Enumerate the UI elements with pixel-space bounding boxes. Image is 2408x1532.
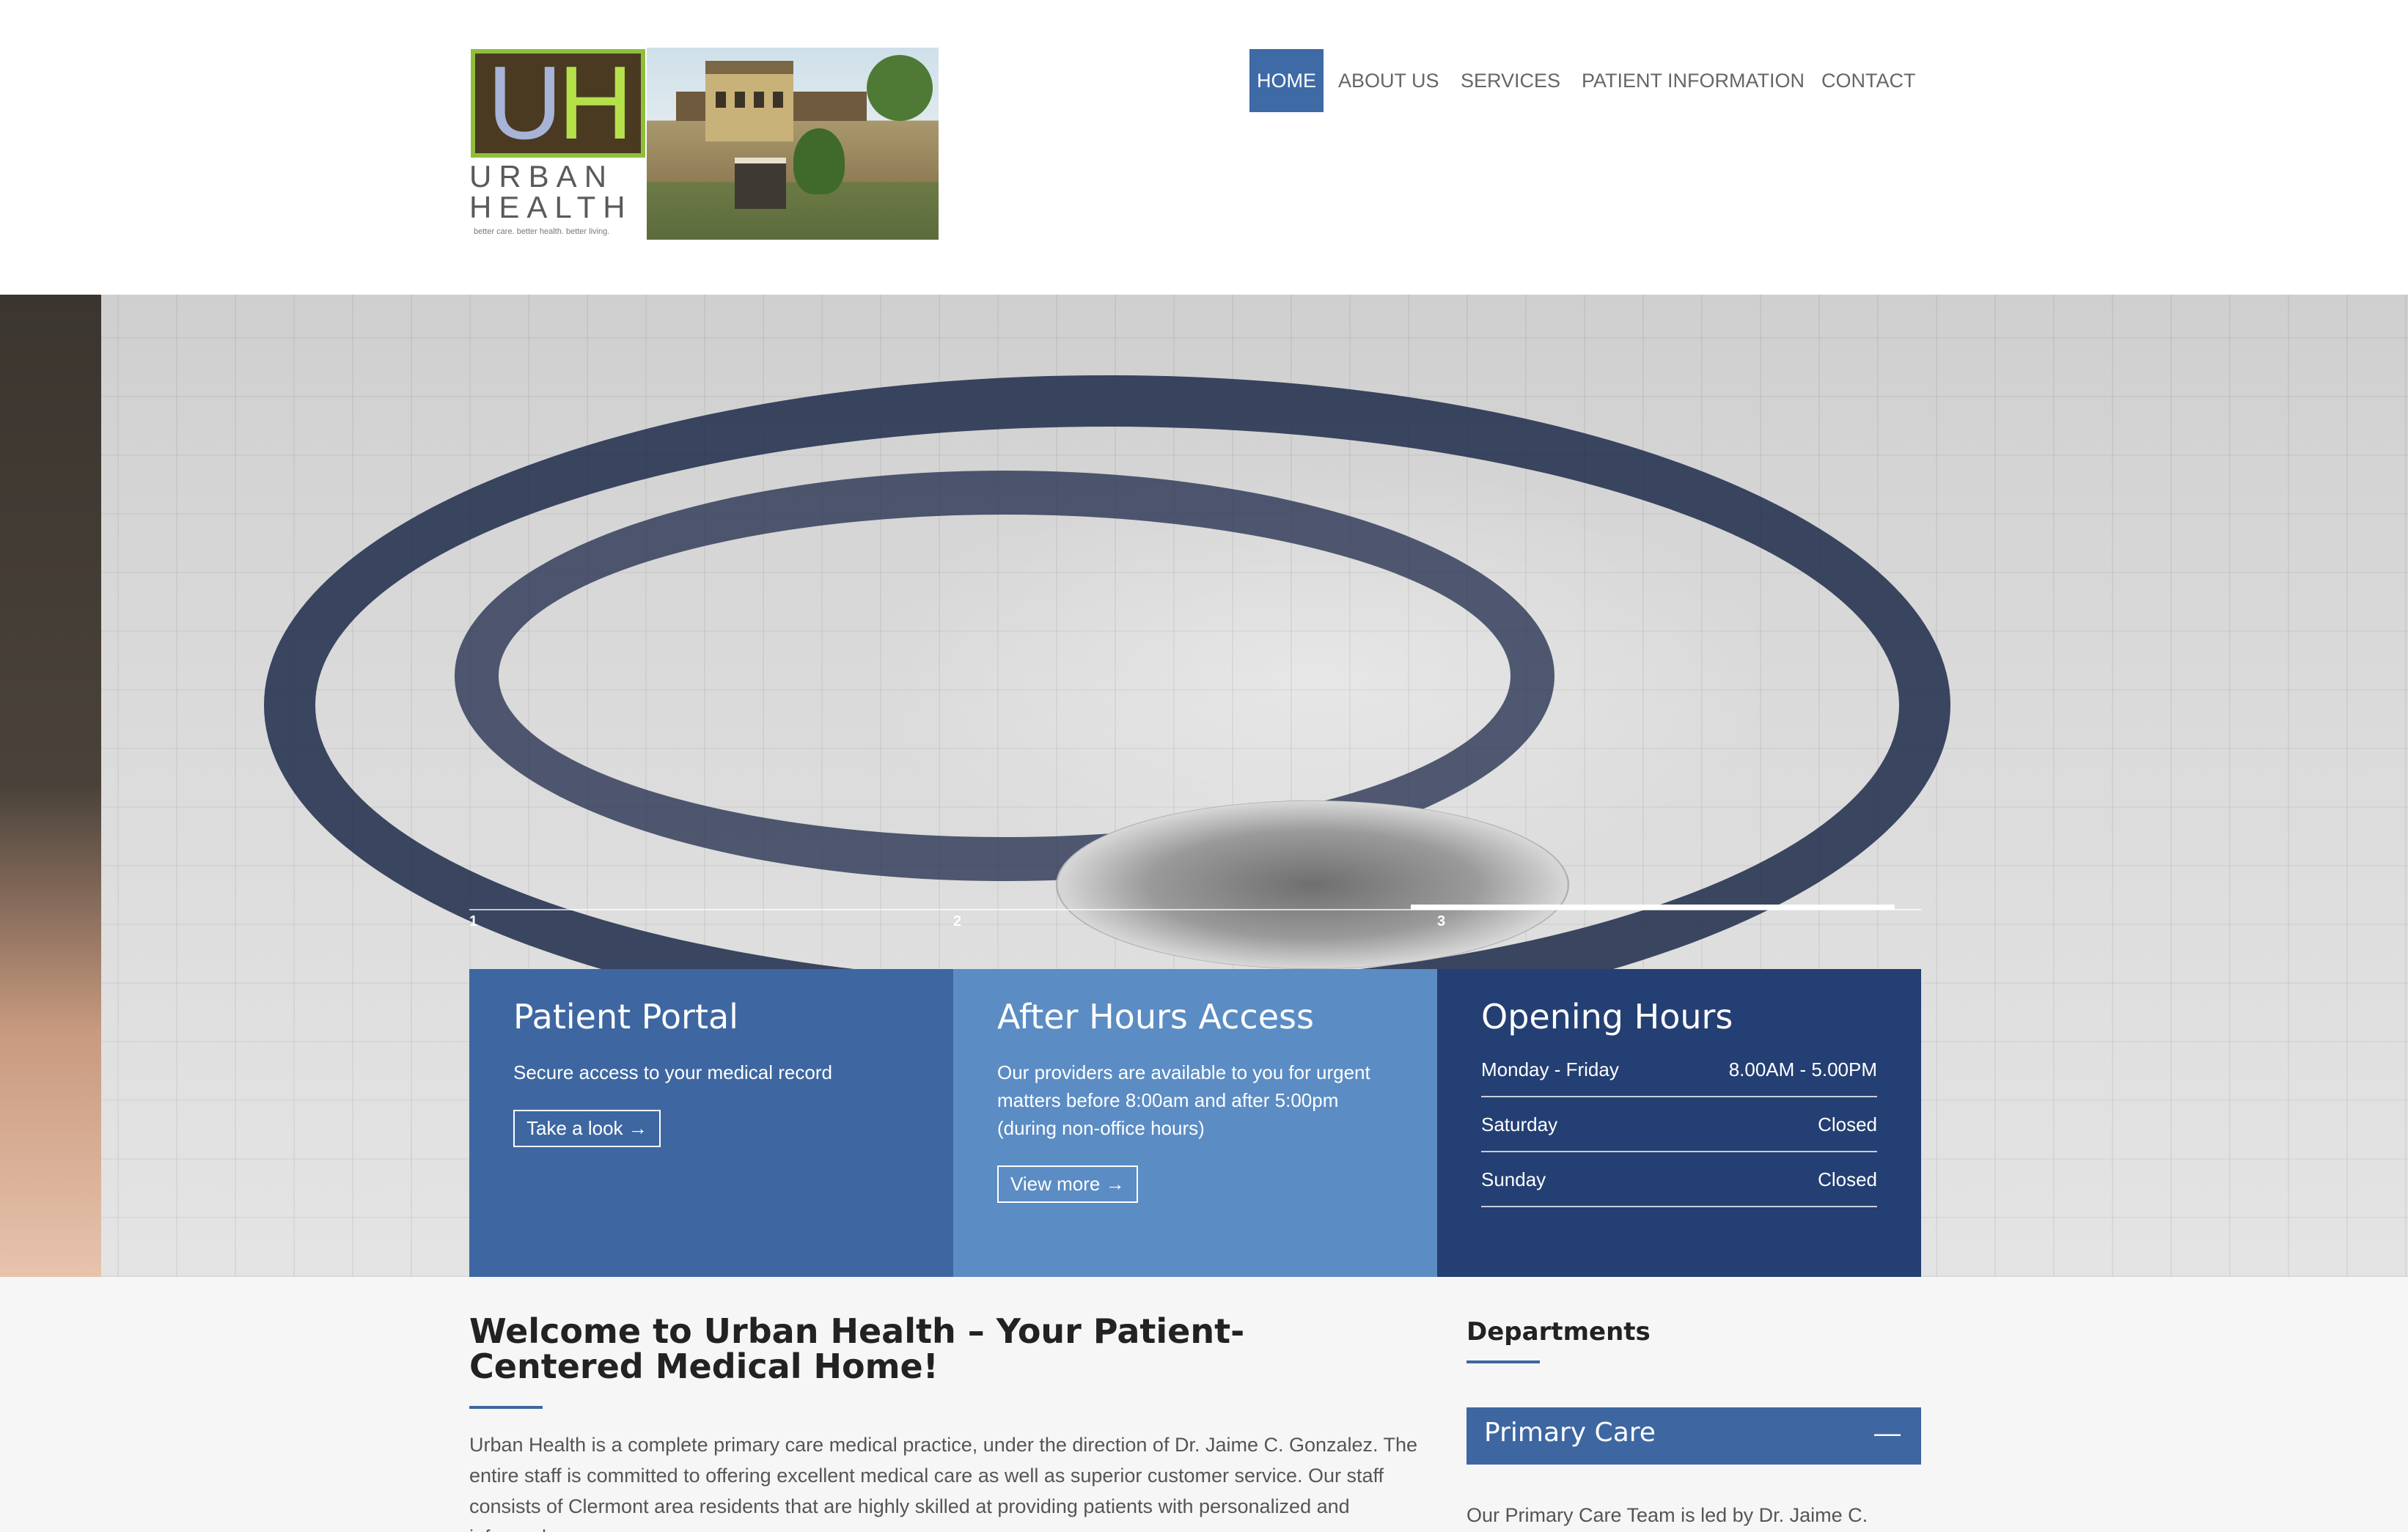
hours-row: Sunday Closed: [1481, 1168, 1877, 1207]
main-content: Welcome to Urban Health – Your Patient-C…: [0, 1277, 2408, 1532]
heading-underline: [469, 1406, 543, 1409]
logo-tagline: better care. better health. better livin…: [474, 227, 610, 236]
take-a-look-button[interactable]: Take a look →: [513, 1110, 661, 1147]
site-logo[interactable]: UH URBAN HEALTH better care. better heal…: [469, 48, 939, 240]
nav-item-home[interactable]: HOME: [1249, 49, 1324, 112]
clinic-building-photo: [647, 48, 939, 240]
previous-slide-edge: [0, 295, 101, 1277]
hours-time: 8.00AM - 5.00PM: [1728, 1058, 1877, 1080]
patient-portal-box: Patient Portal Secure access to your med…: [469, 969, 953, 1277]
departments-heading: Departments: [1467, 1317, 1651, 1347]
hours-day: Sunday: [1481, 1168, 1546, 1190]
hours-day: Saturday: [1481, 1113, 1558, 1135]
logo-name-line1: URBAN: [469, 159, 614, 194]
nav-item-about-us[interactable]: ABOUT US: [1338, 49, 1439, 112]
site-header: UH URBAN HEALTH better care. better heal…: [0, 0, 2408, 295]
after-hours-text: Our providers are available to you for u…: [997, 1061, 1370, 1139]
patient-portal-text: Secure access to your medical record: [513, 1061, 832, 1083]
hours-day: Monday - Friday: [1481, 1058, 1619, 1080]
photo-tree: [867, 55, 933, 121]
photo-window: [754, 92, 764, 108]
photo-palm: [793, 128, 845, 194]
logo-monogram-text: UH: [487, 45, 633, 161]
view-more-button[interactable]: View more →: [997, 1165, 1138, 1203]
nav-item-contact[interactable]: CONTACT: [1821, 49, 1916, 112]
nav-item-patient-information[interactable]: PATIENT INFORMATION: [1582, 49, 1805, 112]
logo-name: URBAN HEALTH: [469, 161, 647, 223]
welcome-heading: Welcome to Urban Health – Your Patient-C…: [469, 1311, 1245, 1386]
collapse-icon[interactable]: —: [1874, 1418, 1901, 1448]
logo-name-line2: HEALTH: [469, 190, 633, 224]
logo-monogram: UH: [471, 49, 645, 158]
departments-underline: [1467, 1360, 1540, 1363]
photo-tower: [705, 61, 793, 141]
opening-hours-box: Opening Hours Monday - Friday 8.00AM - 5…: [1437, 969, 1921, 1277]
photo-entrance: [735, 158, 786, 209]
slider-dot-1[interactable]: 1: [469, 913, 477, 930]
slider-progress-active: [1411, 905, 1895, 910]
after-hours-box: After Hours Access Our providers are ava…: [953, 969, 1437, 1277]
nav-item-services[interactable]: SERVICES: [1461, 49, 1560, 112]
department-accordion-primary-care[interactable]: Primary Care —: [1467, 1407, 1921, 1465]
slider-dot-2[interactable]: 2: [953, 913, 961, 930]
photo-window: [716, 92, 726, 108]
hours-time: Closed: [1818, 1113, 1877, 1135]
welcome-paragraph: Urban Health is a complete primary care …: [469, 1434, 1418, 1532]
photo-window: [735, 92, 745, 108]
after-hours-title: After Hours Access: [997, 997, 1314, 1036]
department-description: Our Primary Care Team is led by Dr. Jaim…: [1467, 1504, 1868, 1526]
slider-dot-3[interactable]: 3: [1437, 913, 1445, 930]
department-label: Primary Care: [1484, 1418, 1656, 1448]
patient-portal-title: Patient Portal: [513, 997, 738, 1036]
logo-mark: UH URBAN HEALTH better care. better heal…: [469, 48, 647, 240]
stethoscope-chestpiece: [1056, 800, 1569, 969]
hours-time: Closed: [1818, 1168, 1877, 1190]
opening-hours-title: Opening Hours: [1481, 997, 1733, 1036]
hours-row: Monday - Friday 8.00AM - 5.00PM: [1481, 1058, 1877, 1097]
photo-window: [773, 92, 783, 108]
hours-row: Saturday Closed: [1481, 1113, 1877, 1152]
